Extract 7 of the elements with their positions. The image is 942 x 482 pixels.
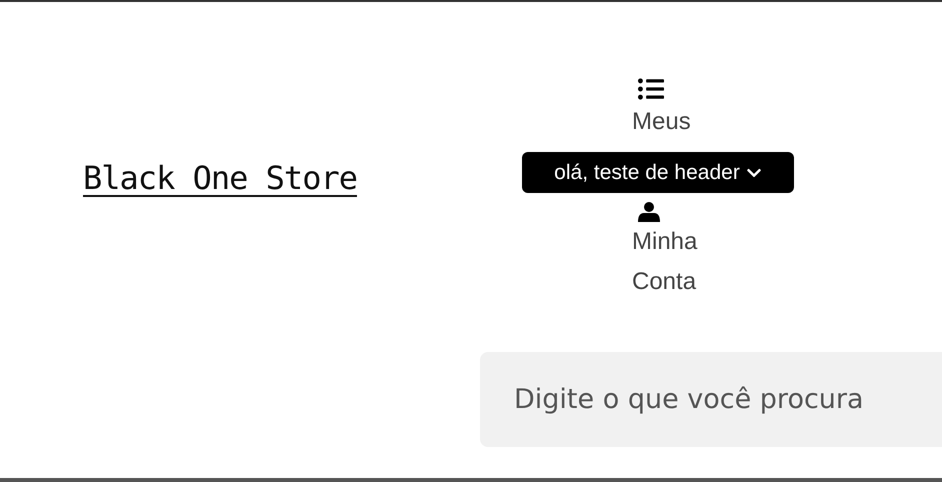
search-field[interactable]: Digite o que você procura <box>480 352 942 447</box>
nav-link[interactable]: Meus <box>632 76 698 142</box>
list-icon <box>638 76 664 102</box>
nav-link[interactable]: Minha Conta <box>632 196 698 302</box>
store-logo[interactable]: Black One Store <box>83 159 357 197</box>
user-icon <box>638 202 660 222</box>
user-menu-button[interactable]: olá, teste de header <box>522 152 794 193</box>
